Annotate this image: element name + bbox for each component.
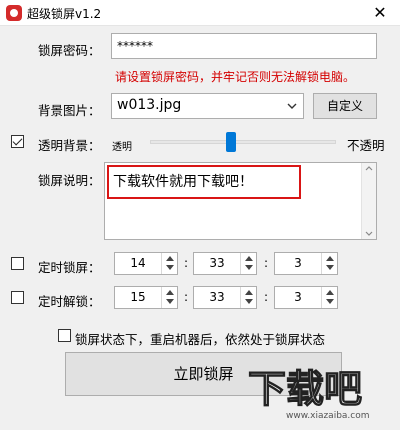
timed-lock-hour-stepper[interactable]: 14 <box>114 252 178 275</box>
timed-unlock-minute-stepper[interactable]: 33 <box>193 286 257 309</box>
stepper-value: 14 <box>130 256 146 270</box>
slider-track <box>150 140 336 144</box>
stepper-value: 33 <box>209 256 225 270</box>
background-selected: w013.jpg <box>117 97 182 113</box>
stepper-down-icon[interactable] <box>166 299 174 304</box>
colon: : <box>184 290 189 304</box>
transparency-checkbox[interactable] <box>11 135 24 148</box>
colon: : <box>264 290 269 304</box>
stepper-up-icon[interactable] <box>245 290 253 295</box>
password-label: 锁屏密码： <box>38 43 101 58</box>
timed-lock-second-stepper[interactable]: 3 <box>274 252 338 275</box>
watermark-text: 下载吧 <box>248 367 362 411</box>
password-value: ****** <box>117 39 153 53</box>
description-label: 锁屏说明： <box>38 173 101 188</box>
stepper-value: 15 <box>130 290 146 304</box>
slider-min-label: 透明 <box>112 142 132 153</box>
stepper-up-icon[interactable] <box>166 256 174 261</box>
app-lock-icon <box>6 5 22 21</box>
background-select[interactable]: w013.jpg <box>111 93 304 119</box>
transparency-label: 透明背景： <box>38 138 101 153</box>
stepper-down-icon[interactable] <box>326 265 334 270</box>
stepper-down-icon[interactable] <box>166 265 174 270</box>
stepper-up-icon[interactable] <box>326 290 334 295</box>
stepper-value: 33 <box>209 290 225 304</box>
timed-lock-minute-stepper[interactable]: 33 <box>193 252 257 275</box>
password-hint: 请设置锁屏密码，并牢记否则无法解锁电脑。 <box>115 70 356 84</box>
watermark-logo: 下载吧 www.xiazaiba.com <box>247 366 370 421</box>
stepper-up-icon[interactable] <box>326 256 334 261</box>
title-bar: 超级锁屏v1.2 ✕ <box>0 0 400 26</box>
timed-lock-checkbox[interactable] <box>11 257 24 270</box>
background-label: 背景图片： <box>38 103 101 118</box>
watermark: 下载吧 www.xiazaiba.com <box>246 360 392 422</box>
custom-background-button[interactable]: 自定义 <box>313 93 377 119</box>
scroll-down-icon[interactable] <box>365 231 373 236</box>
colon: : <box>184 256 189 270</box>
slider-thumb[interactable] <box>226 132 236 152</box>
watermark-url: www.xiazaiba.com <box>286 411 370 421</box>
stepper-down-icon[interactable] <box>326 299 334 304</box>
persist-label: 锁屏状态下，重启机器后，依然处于锁屏状态 <box>75 332 326 347</box>
stepper-value: 3 <box>294 290 302 304</box>
persist-checkbox[interactable] <box>58 329 71 342</box>
stepper-up-icon[interactable] <box>245 256 253 261</box>
stepper-value: 3 <box>294 256 302 270</box>
description-text: 下载软件就用下载吧！ <box>113 174 253 190</box>
stepper-down-icon[interactable] <box>245 299 253 304</box>
timed-unlock-hour-stepper[interactable]: 15 <box>114 286 178 309</box>
timed-unlock-second-stepper[interactable]: 3 <box>274 286 338 309</box>
description-textarea[interactable]: 下载软件就用下载吧！ <box>104 162 377 240</box>
timed-lock-label: 定时锁屏： <box>38 260 101 275</box>
transparency-slider[interactable] <box>150 132 336 152</box>
colon: : <box>264 256 269 270</box>
chevron-down-icon <box>287 103 297 109</box>
scroll-up-icon[interactable] <box>365 166 373 171</box>
password-input[interactable]: ****** <box>111 33 377 59</box>
stepper-up-icon[interactable] <box>166 290 174 295</box>
timed-unlock-label: 定时解锁： <box>38 294 101 309</box>
slider-max-label: 不透明 <box>347 138 385 153</box>
stepper-down-icon[interactable] <box>245 265 253 270</box>
close-icon[interactable]: ✕ <box>360 0 400 26</box>
timed-unlock-checkbox[interactable] <box>11 291 24 304</box>
scrollbar[interactable] <box>361 163 376 239</box>
window-title: 超级锁屏v1.2 <box>27 7 102 21</box>
